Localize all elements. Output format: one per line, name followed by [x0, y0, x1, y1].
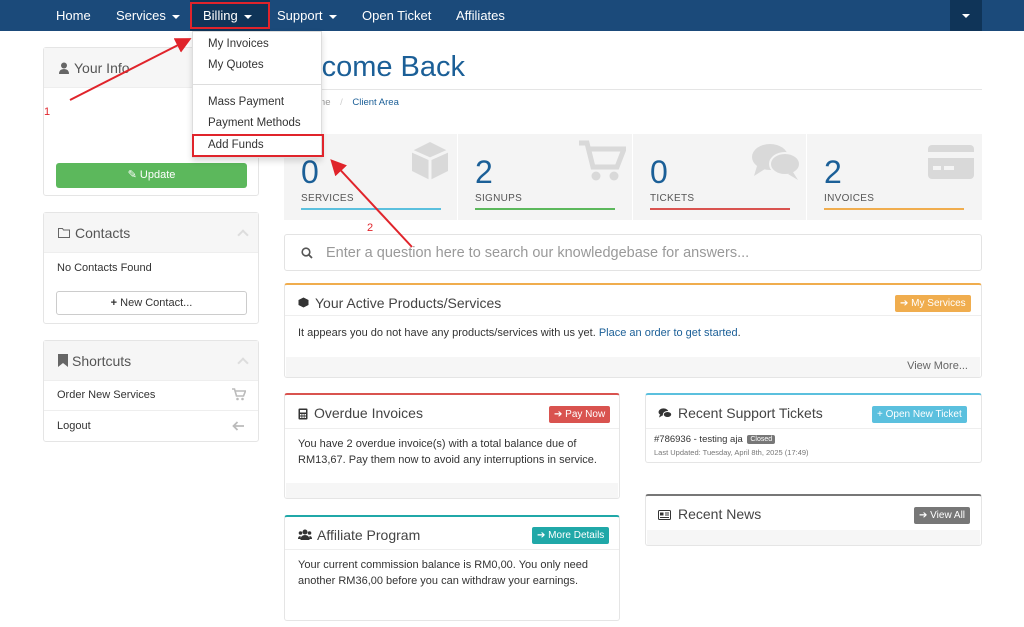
arrow-to-add-funds	[330, 159, 413, 248]
arrow-to-billing	[69, 38, 192, 101]
annotation-label-1: 1	[44, 106, 51, 118]
annotation-arrows	[69, 38, 413, 248]
annotation-label-2: 2	[367, 222, 374, 234]
